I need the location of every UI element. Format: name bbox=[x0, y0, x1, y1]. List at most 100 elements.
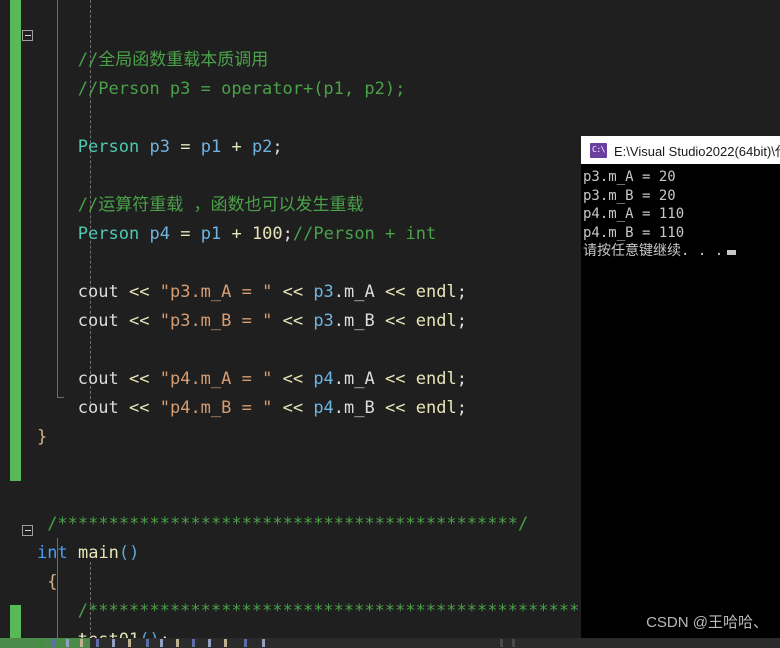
code-token: ; bbox=[282, 224, 293, 244]
code-line: } bbox=[37, 423, 47, 452]
code-token: main bbox=[77, 543, 119, 563]
collapse-toggle-test01[interactable] bbox=[22, 30, 33, 41]
code-token: p4 bbox=[313, 369, 334, 389]
code-token: << bbox=[129, 311, 150, 331]
code-token: ; bbox=[456, 282, 467, 302]
code-token: //运算符重载 ，函数也可以发生重载 bbox=[77, 195, 364, 215]
console-output-line: p3.m_A = 20 bbox=[583, 169, 676, 185]
code-token: cout bbox=[77, 398, 119, 418]
code-token: + bbox=[231, 137, 242, 157]
code-line: /***************************************… bbox=[78, 597, 590, 626]
code-token: endl bbox=[415, 369, 457, 389]
outline-rail-foot bbox=[57, 397, 64, 398]
code-token: "p4.m_A = " bbox=[159, 369, 273, 389]
code-token: "p3.m_B = " bbox=[159, 311, 273, 331]
change-indicator-bar-lower bbox=[10, 605, 21, 638]
console-window[interactable]: C:\ E:\Visual Studio2022(64bit)\代 p3.m_A… bbox=[581, 136, 780, 648]
code-token: ; bbox=[456, 369, 467, 389]
code-token: endl bbox=[415, 282, 457, 302]
code-token: << bbox=[129, 282, 150, 302]
code-token: cout bbox=[77, 311, 119, 331]
code-token: "p3.m_A = " bbox=[159, 282, 273, 302]
code-token: /***************************************… bbox=[77, 601, 590, 621]
code-token: "p4.m_B = " bbox=[159, 398, 273, 418]
code-token: //Person p3 = operator+(p1, p2); bbox=[77, 79, 406, 99]
code-token: //Person + int bbox=[292, 224, 437, 244]
code-token: p4 bbox=[149, 224, 170, 244]
code-token: p1 bbox=[200, 224, 222, 244]
code-token: //全局函数重载本质调用 bbox=[77, 50, 269, 70]
code-token: << bbox=[129, 398, 150, 418]
code-token: p3 bbox=[313, 282, 334, 302]
code-line: cout << "p3.m_B = " << p3.m_B << endl; bbox=[78, 307, 467, 336]
console-output-line: p3.m_B = 20 bbox=[583, 187, 676, 204]
code-token: .m_A bbox=[333, 369, 375, 389]
scrollbar-markers bbox=[0, 638, 780, 648]
code-token: << bbox=[282, 311, 304, 331]
horizontal-scrollbar[interactable] bbox=[0, 638, 780, 648]
code-token: ; bbox=[456, 311, 467, 331]
code-token: << bbox=[385, 398, 406, 418]
console-app-icon-label: C:\ bbox=[592, 145, 605, 154]
code-token: .m_A bbox=[333, 282, 375, 302]
console-prompt-line: 请按任意键继续. . . bbox=[583, 242, 780, 261]
console-title-bar[interactable]: C:\ E:\Visual Studio2022(64bit)\代 bbox=[581, 136, 780, 164]
screenshot-root: //全局函数重载本质调用 //Person p3 = operator+(p1, … bbox=[0, 0, 780, 648]
code-line: //Person p3 = operator+(p1, p2); bbox=[78, 75, 406, 104]
code-line: int main() bbox=[37, 539, 139, 568]
code-token: cout bbox=[77, 282, 119, 302]
console-prompt-text: 请按任意键继续. . . bbox=[583, 243, 724, 259]
code-line: //运算符重载 ，函数也可以发生重载 bbox=[78, 191, 364, 220]
code-token: ; bbox=[272, 137, 283, 157]
collapse-toggle-main[interactable] bbox=[22, 525, 33, 536]
code-token: () bbox=[118, 543, 140, 563]
code-token: int bbox=[37, 543, 68, 563]
code-token: } bbox=[37, 427, 48, 447]
console-title-text: E:\Visual Studio2022(64bit)\代 bbox=[614, 143, 780, 159]
code-token: << bbox=[385, 369, 406, 389]
code-line: { bbox=[47, 568, 57, 597]
code-token: << bbox=[129, 369, 150, 389]
console-app-icon: C:\ bbox=[590, 142, 607, 158]
code-line: cout << "p3.m_A = " << p3.m_A << endl; bbox=[78, 278, 467, 307]
code-line: //全局函数重载本质调用 bbox=[78, 46, 268, 75]
code-token: << bbox=[385, 282, 406, 302]
code-token: << bbox=[385, 311, 406, 331]
console-cursor bbox=[727, 250, 737, 255]
console-output-line: p4.m_B = 110 bbox=[583, 224, 685, 241]
code-token: endl bbox=[415, 398, 457, 418]
code-token: .m_B bbox=[333, 311, 375, 331]
code-token: .m_B bbox=[333, 398, 375, 418]
code-token: << bbox=[282, 369, 304, 389]
code-line: cout << "p4.m_B = " << p4.m_B << endl; bbox=[78, 394, 467, 423]
code-token: + bbox=[231, 224, 242, 244]
